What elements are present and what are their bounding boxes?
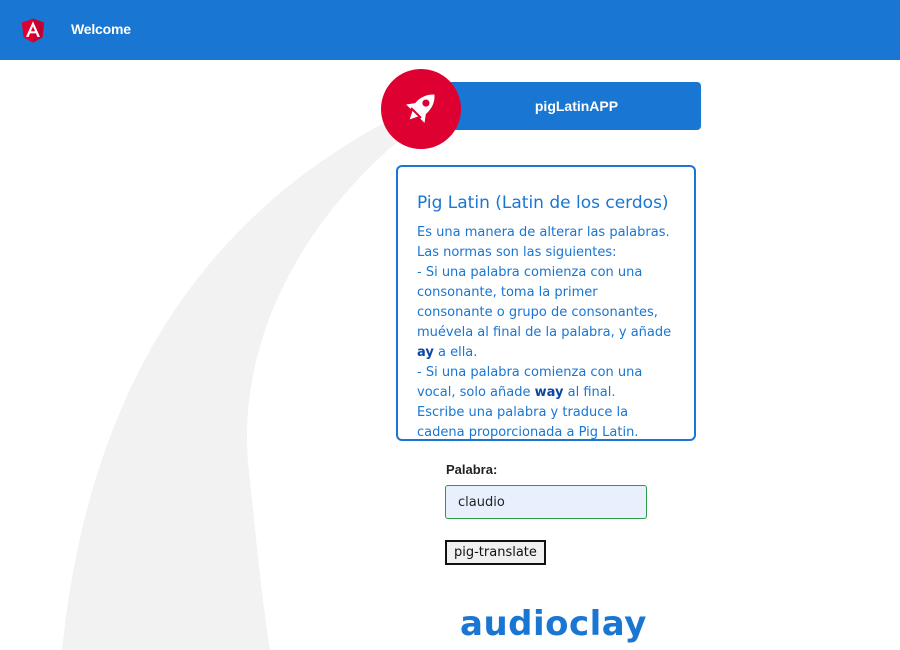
rule1-suffix: a ella. (433, 345, 478, 360)
word-input[interactable] (445, 485, 647, 519)
instructions-text: Escribe una palabra y traduce la cadena … (417, 405, 639, 440)
app-banner: pigLatinAPP (432, 82, 701, 130)
rule1-bold: ay (417, 345, 434, 360)
top-toolbar: Welcome (0, 0, 900, 60)
rule2-bold: way (534, 385, 564, 400)
intro-text: Es una manera de alterar las palabras. L… (417, 225, 670, 260)
rocket-icon (406, 94, 435, 123)
card-heading: Pig Latin (Latin de los cerdos) (417, 193, 669, 213)
angular-logo-icon (21, 18, 45, 43)
pig-latin-info-card: Pig Latin (Latin de los cerdos) Es una m… (396, 165, 696, 441)
pig-translate-button[interactable]: pig-translate (445, 540, 546, 565)
background-arc (62, 100, 436, 650)
banner-title: pigLatinAPP (534, 98, 619, 114)
toolbar-title: Welcome (71, 21, 131, 37)
rocket-badge (381, 69, 461, 149)
word-label: Palabra: (446, 462, 498, 477)
translation-result: audioclay (460, 604, 647, 644)
rule1-text: - Si una palabra comienza con una conson… (417, 265, 672, 340)
card-description: Es una manera de alterar las palabras. L… (417, 223, 675, 443)
rule2-suffix: al final. (563, 385, 616, 400)
